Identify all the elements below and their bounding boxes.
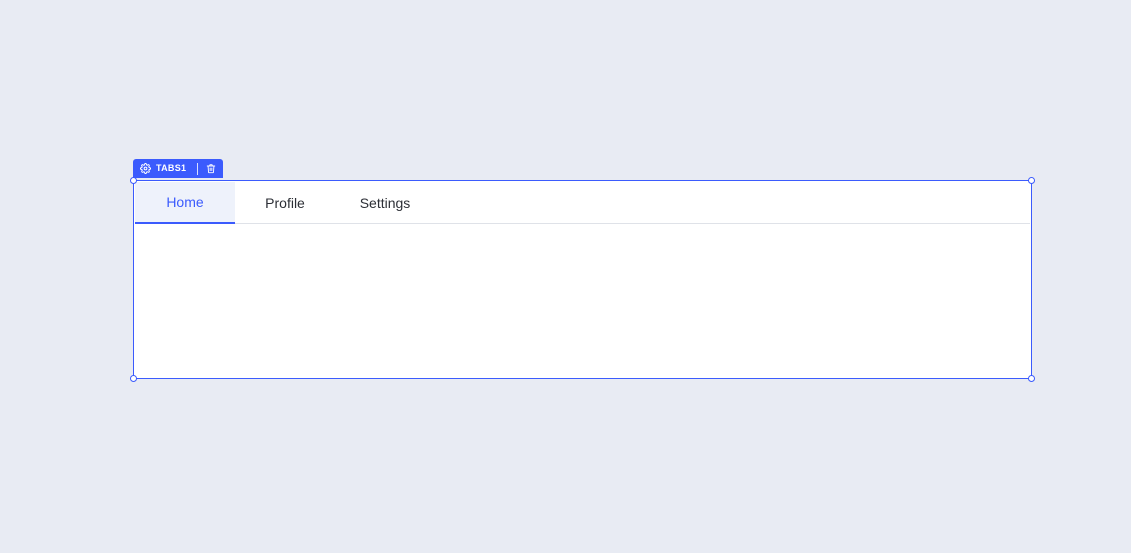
tab-settings[interactable]: Settings bbox=[335, 182, 435, 224]
tab-profile[interactable]: Profile bbox=[235, 182, 335, 224]
gear-icon[interactable] bbox=[139, 163, 151, 175]
tab-label: Home bbox=[166, 194, 204, 210]
resize-handle-bottom-right[interactable] bbox=[1028, 375, 1035, 382]
tab-label: Settings bbox=[359, 195, 411, 211]
tab-panel-content bbox=[135, 224, 1030, 377]
editor-canvas[interactable]: TABS1 Home Profile Settings bbox=[0, 0, 1131, 553]
trash-icon[interactable] bbox=[205, 163, 217, 175]
widget-name: TABS1 bbox=[156, 163, 187, 173]
label-divider bbox=[197, 162, 199, 175]
tab-bar: Home Profile Settings bbox=[135, 182, 1030, 224]
tabs-container: Home Profile Settings bbox=[135, 182, 1030, 377]
resize-handle-bottom-left[interactable] bbox=[130, 375, 137, 382]
widget-label-bar[interactable]: TABS1 bbox=[133, 159, 224, 178]
resize-handle-top-left[interactable] bbox=[130, 177, 137, 184]
tabs-widget[interactable]: Home Profile Settings bbox=[133, 180, 1032, 379]
tab-home[interactable]: Home bbox=[135, 182, 235, 224]
resize-handle-top-right[interactable] bbox=[1028, 177, 1035, 184]
tab-label: Profile bbox=[265, 195, 305, 211]
